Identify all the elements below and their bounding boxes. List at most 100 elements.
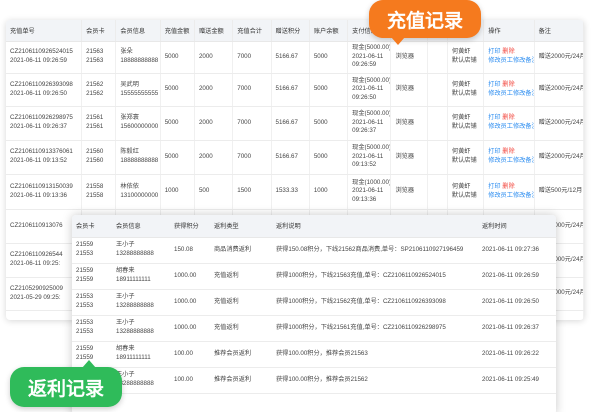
card-line: 21561 — [86, 114, 104, 122]
rebate-records-badge-label: 返利记录 — [27, 378, 104, 400]
recharge-header-cell: 账户余额 — [309, 20, 349, 42]
card-line: 21558 — [86, 182, 104, 190]
total-cell: 7000 — [232, 106, 272, 141]
delete-link[interactable]: 删除 — [502, 81, 514, 88]
member-cell: 王小子 13288888888 — [112, 289, 170, 316]
member-cell: 林依依 13100000000 — [115, 174, 161, 210]
card-cell: 21561 21561 — [81, 106, 117, 141]
store-cell: 何黄虾 默认店铺 — [447, 73, 485, 107]
card-line: 21562 — [86, 89, 104, 97]
print-link[interactable]: 打印 — [488, 81, 500, 88]
member-cell: 张朵 18888888888 — [115, 41, 161, 74]
order-line: CZ2106110913076 — [10, 221, 63, 229]
member-line: 张朵 — [120, 48, 133, 56]
time-cell: 2021-06-11 09:26:59 — [478, 263, 556, 290]
table-row: CZ2106110926393098 2021-06-11 09:26:50 215… — [6, 73, 584, 107]
store-line: 何黄虾 — [451, 80, 471, 88]
ops-cell: 打印 删除修改员工修改备注 — [483, 41, 535, 74]
order-cell — [6, 310, 83, 320]
table-row: 21559 21559 胡春来 18911111111 100.00 推荐会员返利 获得10… — [72, 341, 556, 368]
order-line: 2021-06-11 09:25: — [10, 260, 61, 267]
gift-cell: 2000 — [194, 41, 234, 74]
spacer-cell — [427, 174, 448, 210]
order-cell: CZ2106110926544 2021-06-11 09:25: — [6, 243, 83, 278]
edit-staff-link[interactable]: 修改员工 — [488, 90, 513, 97]
edit-note-link[interactable]: 修改备注 — [513, 90, 533, 97]
order-line: 2021-06-11 09:26:37 — [10, 123, 67, 130]
pay-cell: 现金(5000.00) 2021-06-11 09:26:50 — [347, 73, 392, 107]
delete-link[interactable]: 删除 — [502, 114, 514, 121]
store-cell: 何黄虾 默认店铺 — [447, 41, 485, 74]
ops-cell: 打印 删除修改员工修改备注 — [483, 106, 535, 141]
pay-line: 2021-06-11 — [352, 85, 384, 93]
recharge-header-cell: 备注 — [534, 20, 584, 42]
recharge-records-badge-label: 充值记录 — [386, 10, 463, 32]
edit-note-link[interactable]: 修改备注 — [513, 57, 533, 64]
delete-link[interactable]: 删除 — [502, 148, 514, 155]
channel-cell: 浏览器 — [390, 140, 428, 175]
edit-note-link[interactable]: 修改备注 — [513, 157, 533, 164]
edit-staff-link[interactable]: 修改员工 — [488, 57, 513, 64]
pay-cell: 现金(1000.00) 2021-06-11 09:13:36 — [347, 174, 392, 210]
edit-staff-link[interactable]: 修改员工 — [488, 192, 513, 199]
member-line: 张郑寰 — [120, 114, 139, 122]
points-cell: 100.00 — [170, 367, 210, 394]
note-cell: 赠送2000元/24月 — [534, 73, 584, 107]
member-line: 18911111111 — [116, 276, 151, 283]
card-line: 21553 — [76, 319, 94, 327]
delete-link[interactable]: 删除 — [502, 183, 514, 190]
points-cell: 5166.67 — [271, 41, 310, 74]
edit-note-link[interactable]: 修改备注 — [513, 192, 533, 199]
table-row: CZ2106110926298975 2021-06-11 09:26:37 215… — [6, 106, 584, 141]
member-line: 13288888888 — [116, 302, 154, 309]
print-link[interactable]: 打印 — [488, 183, 500, 190]
order-line: CZ2106110926298975 — [10, 114, 73, 122]
card-cell: 21563 21563 — [81, 41, 117, 74]
order-cell: CZ2106110926298975 2021-06-11 09:26:37 — [6, 106, 83, 141]
channel-cell: 浏览器 — [390, 73, 428, 107]
table-row: 21553 21553 王小子 13288888888 1000.00 充值返利 获得100… — [72, 289, 556, 316]
edit-note-link[interactable]: 修改备注 — [513, 123, 533, 130]
card-line: 21553 — [76, 302, 94, 309]
pay-line: 现金(5000.00) — [352, 44, 391, 52]
member-cell: 张郑寰 15600000000 — [115, 106, 161, 141]
ops-line: 打印 删除 — [488, 81, 529, 90]
recharge-header-cell: 赠送金额 — [194, 20, 234, 42]
delete-link[interactable]: 删除 — [502, 48, 514, 55]
type-cell: 推荐会员返利 — [210, 341, 272, 368]
recharge-records-badge: 充值记录 — [369, 0, 481, 45]
pay-line: 2021-06-11 — [352, 118, 384, 126]
pay-cell: 现金(5000.00) 2021-06-11 09:26:37 — [347, 106, 392, 141]
table-row: 21559 21553 王小子 13288888888 150.08 商品消费返利 获得15… — [72, 237, 556, 264]
recharge-header-cell: 会员卡 — [81, 20, 117, 42]
store-cell: 何黄虾 默认店铺 — [447, 174, 485, 210]
card-cell: 2155321553 — [72, 315, 112, 342]
order-cell: CZ2105290925009 2021-05-29 09:25: — [6, 277, 83, 311]
print-link[interactable]: 打印 — [488, 48, 500, 55]
card-line: 21553 — [76, 250, 94, 257]
pay-line: 2021-06-11 — [352, 152, 384, 160]
card-line: 21563 — [86, 57, 104, 64]
pay-line: 2021-06-11 — [352, 187, 384, 195]
member-cell: 吴武明 15555555555 — [115, 73, 161, 107]
member-line: 胡春来 — [116, 267, 135, 275]
rebate-records-badge: 返利记录 — [10, 360, 122, 407]
member-line: 林依依 — [120, 182, 139, 190]
type-cell: 商品消费返利 — [210, 237, 272, 264]
print-link[interactable]: 打印 — [488, 114, 500, 121]
store-line: 默认店铺 — [451, 89, 477, 97]
total-cell: 7000 — [232, 41, 272, 74]
store-line: 何黄虾 — [451, 48, 471, 56]
member-line: 胡春来 — [116, 345, 135, 353]
rebate-table: 会员卡 会员信息 获得积分 返利类型 返利说明 返利时间 21559 21553 王小子 132… — [72, 215, 556, 394]
edit-staff-link[interactable]: 修改员工 — [488, 123, 513, 130]
desc-cell: 获得150.08积分，下线21562商品消费,单号：SP210611092719… — [272, 237, 478, 264]
table-row: 21553 21553 王小子 13288888888 1000.00 充值返利 获得100… — [72, 315, 556, 342]
print-link[interactable]: 打印 — [488, 148, 500, 155]
balance-cell: 5000 — [309, 41, 349, 74]
card-line: 21553 — [76, 293, 94, 301]
desc-cell: 获得100.00积分，推荐会员21563 — [272, 341, 478, 368]
points-cell: 1000.00 — [170, 263, 210, 290]
recharge-table-header: 充值单号 会员卡 会员信息 充值金额 赠送金额 充值合计 赠送积分 账户余额 支付信息 操作 备注 — [6, 20, 584, 42]
edit-staff-link[interactable]: 修改员工 — [488, 157, 513, 164]
